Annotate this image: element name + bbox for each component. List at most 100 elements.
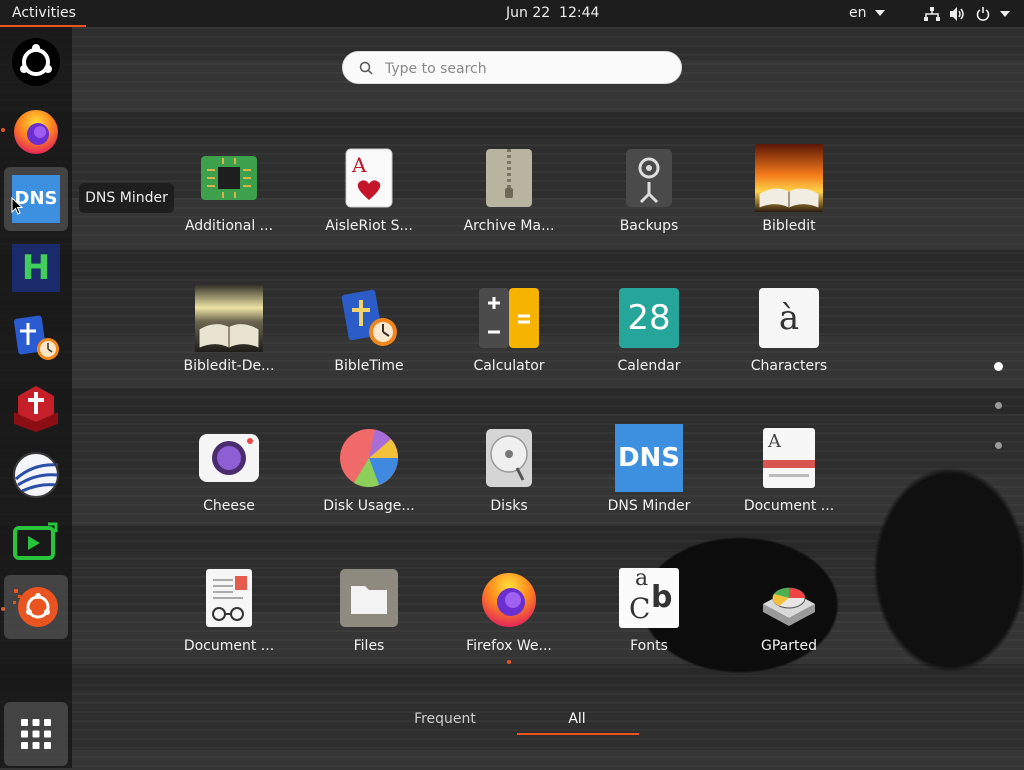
clock[interactable]: Jun 22 12:44 — [506, 0, 599, 27]
app-label: Files — [353, 638, 385, 654]
dock: DNS H — [0, 27, 72, 768]
bibletime-icon — [14, 315, 59, 360]
app-gparted[interactable]: GParted — [719, 558, 859, 688]
app-dns-minder[interactable]: DNS DNS Minder — [579, 418, 719, 548]
app-bibledit[interactable]: Bibledit — [719, 138, 859, 268]
activities-button[interactable]: Activities — [0, 0, 88, 27]
search-box[interactable] — [342, 51, 682, 84]
app-label: BibleTime — [334, 358, 404, 374]
dock-item-globe-app[interactable] — [4, 443, 68, 507]
app-label: Additional ... — [184, 218, 274, 234]
archive-icon — [486, 149, 532, 207]
app-bibletime[interactable]: BibleTime — [299, 278, 439, 408]
app-label: Bibledit-De... — [183, 358, 275, 374]
dns-icon: DNS — [615, 424, 683, 492]
ubuntu-software-icon — [13, 587, 58, 627]
dock-item-ubuntu[interactable] — [4, 30, 68, 94]
bible-sunset-icon — [755, 144, 823, 212]
app-aisleriot[interactable]: A AisleRiot S... — [299, 138, 439, 268]
dock-item-bible-app[interactable] — [4, 374, 68, 438]
dock-item-firefox[interactable] — [4, 98, 68, 162]
app-label: Disks — [490, 498, 528, 514]
search-input[interactable] — [383, 57, 667, 81]
screen-share-icon — [13, 522, 58, 560]
bibletime-app-icon — [341, 289, 397, 346]
app-label: Document ... — [743, 498, 835, 514]
dock-item-bibletime[interactable] — [4, 305, 68, 369]
app-calculator[interactable]: Calculator — [439, 278, 579, 408]
dock-item-h-app[interactable]: H — [4, 236, 68, 300]
app-disks[interactable]: Disks — [439, 418, 579, 548]
document-viewer-icon: A — [763, 428, 815, 488]
playing-card-icon: A — [345, 148, 393, 208]
app-fonts[interactable]: a b C Fonts — [579, 558, 719, 688]
document-viewer-line — [769, 474, 809, 477]
gparted-icon — [763, 587, 815, 626]
h-app-label: H — [21, 248, 51, 288]
mouse-pointer-icon — [11, 197, 23, 215]
camera-icon — [199, 434, 259, 482]
tab-all[interactable]: All — [517, 711, 637, 727]
app-document-scanner[interactable]: Document ... — [159, 558, 299, 688]
app-grid-icon — [21, 719, 51, 749]
globe-app-icon — [13, 452, 59, 498]
folder-icon — [340, 569, 398, 627]
page-indicator-3[interactable] — [995, 442, 1002, 449]
app-view-tabs: Frequent All — [380, 705, 660, 745]
app-files[interactable]: Files — [299, 558, 439, 688]
app-disk-usage[interactable]: Disk Usage... — [299, 418, 439, 548]
app-cheese[interactable]: Cheese — [159, 418, 299, 548]
calendar-day: 28 — [627, 298, 671, 338]
app-additional-drivers[interactable]: Additional ... — [159, 138, 299, 268]
app-backups[interactable]: Backups — [579, 138, 719, 268]
app-label: Firefox We... — [466, 638, 552, 654]
language-label: en — [849, 5, 867, 21]
disk-icon — [486, 429, 532, 487]
app-label: Fonts — [630, 638, 668, 654]
app-bibledit-desktop[interactable]: Bibledit-De... — [159, 278, 299, 408]
page-indicator-2[interactable] — [995, 402, 1002, 409]
dock-item-ubuntu-software[interactable] — [4, 575, 68, 639]
app-archive-manager[interactable]: Archive Ma... — [439, 138, 579, 268]
characters-glyph: à — [778, 298, 800, 338]
document-viewer-glyph: A — [768, 431, 781, 452]
firefox-icon — [14, 110, 58, 154]
app-label: Bibledit — [762, 218, 816, 234]
show-applications-button[interactable] — [4, 702, 68, 766]
fonts-icon: a b C — [619, 566, 679, 628]
language-indicator[interactable]: en — [849, 0, 885, 27]
characters-icon: à — [759, 288, 819, 348]
network-icon — [924, 6, 940, 21]
fonts-glyph-b: b — [651, 580, 673, 615]
system-tray[interactable] — [924, 0, 1010, 27]
chevron-down-icon — [1000, 10, 1010, 17]
bible-book-icon — [195, 284, 263, 352]
app-label: Disk Usage... — [323, 498, 415, 514]
app-label: Calendar — [617, 358, 681, 374]
dns-app-text: DNS — [617, 443, 681, 473]
calculator-icon — [479, 288, 539, 348]
page-indicator-1[interactable] — [994, 362, 1003, 371]
app-label: Backups — [619, 218, 679, 234]
pie-chart-icon — [340, 429, 399, 487]
app-label: Document ... — [183, 638, 275, 654]
bible-app-icon — [14, 386, 58, 432]
chip-icon — [201, 156, 257, 200]
ubuntu-logo-icon — [12, 38, 60, 86]
fonts-glyph-c: C — [629, 592, 651, 625]
app-label: Calculator — [473, 358, 545, 374]
calendar-icon: 28 — [619, 288, 679, 348]
app-label: GParted — [761, 638, 817, 654]
app-label: Cheese — [203, 498, 255, 514]
backup-safe-icon — [626, 149, 672, 207]
app-calendar[interactable]: 28 Calendar — [579, 278, 719, 408]
app-label: Archive Ma... — [463, 218, 555, 234]
app-label: DNS Minder — [607, 498, 691, 514]
top-bar: Activities Jun 22 12:44 en — [0, 0, 1024, 27]
running-indicator — [507, 660, 511, 664]
tab-frequent[interactable]: Frequent — [385, 711, 505, 727]
app-characters[interactable]: à Characters — [719, 278, 859, 408]
app-document-viewer[interactable]: A Document ... — [719, 418, 859, 548]
dock-item-screen-share[interactable] — [4, 512, 68, 576]
app-firefox[interactable]: Firefox We... — [439, 558, 579, 688]
